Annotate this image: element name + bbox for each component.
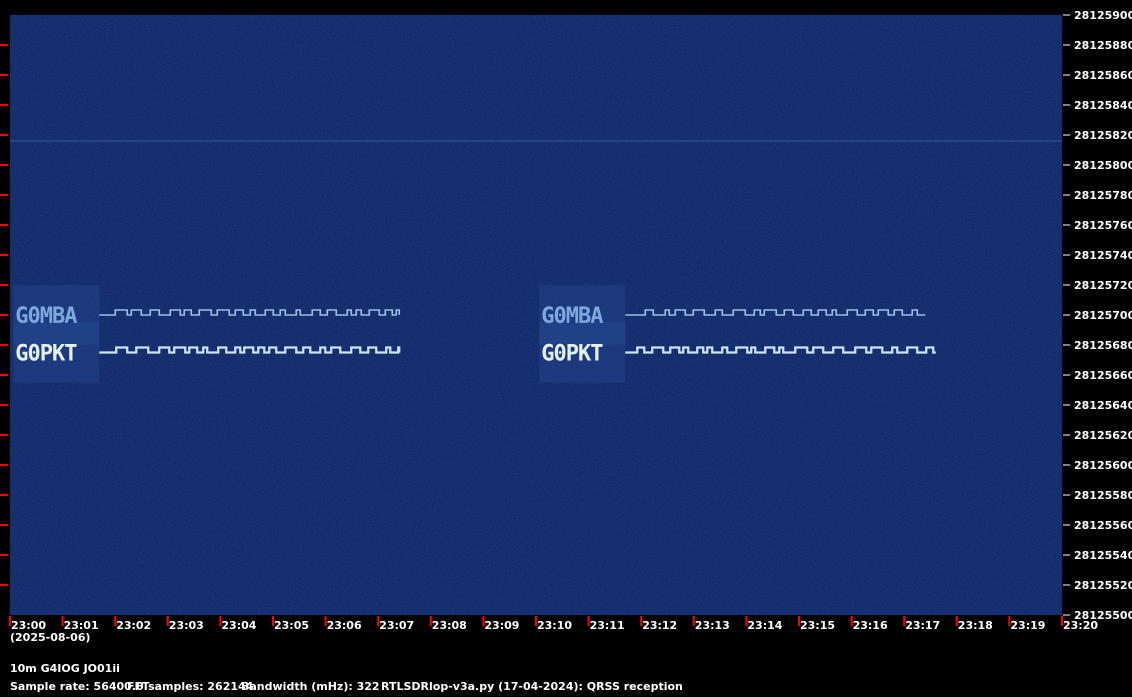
y-tick-label: 28125720 (1074, 279, 1132, 292)
y-tick-label: 28125800 (1074, 159, 1132, 172)
y-tick-label: 28125600 (1074, 459, 1132, 472)
y-tick-label: 28125840 (1074, 99, 1132, 112)
x-tick-label: 23:17 (905, 619, 940, 632)
x-tick-label: 23:19 (1010, 619, 1045, 632)
y-tick-label: 28125880 (1074, 39, 1132, 52)
x-tick-label: 23:13 (695, 619, 730, 632)
x-tick-label: 23:03 (169, 619, 204, 632)
x-tick-label: 23:04 (221, 619, 256, 632)
x-axis: 23:00 23:01 23:02 23:03 23:04 23:05 23:06 23:07… (9, 616, 1098, 632)
fft-samples-label: FFTsamples: 262144 (127, 680, 254, 693)
y-tick-label: 28125740 (1074, 249, 1132, 262)
software-label: RTLSDRlop-v3a.py (17-04-2024): QRSS rece… (381, 680, 683, 693)
sample-rate-label: Sample rate: 56400.0 (10, 680, 144, 693)
y-tick-label: 28125860 (1074, 69, 1132, 82)
x-tick-label: 23:02 (116, 619, 151, 632)
x-tick-label: 23:20 (1063, 619, 1098, 632)
x-tick-label: 23:09 (484, 619, 519, 632)
waterfall-chart: G0MBAG0PKTG0MBAG0PKT 2812550028125520281… (0, 9, 1132, 644)
y-tick-label: 28125680 (1074, 339, 1132, 352)
x-tick-label: 23:15 (800, 619, 835, 632)
x-tick-label: 23:11 (590, 619, 625, 632)
x-tick-label: 23:08 (432, 619, 467, 632)
y-tick-label: 28125820 (1074, 129, 1132, 142)
y-tick-label: 28125580 (1074, 489, 1132, 502)
signal-callsign: G0PKT (15, 342, 77, 367)
y-tick-label: 28125660 (1074, 369, 1132, 382)
x-tick-label: 23:06 (327, 619, 362, 632)
x-tick-label: 23:05 (274, 619, 309, 632)
x-tick-label: 23:14 (747, 619, 782, 632)
y-tick-label: 28125640 (1074, 399, 1132, 412)
y-tick-label: 28125540 (1074, 549, 1132, 562)
signal-callsign: G0PKT (541, 342, 603, 367)
y-tick-label: 28125620 (1074, 429, 1132, 442)
x-tick-label: 23:18 (958, 619, 993, 632)
station-label: 10m G4IOG JO01ii (10, 662, 120, 675)
y-tick-label: 28125560 (1074, 519, 1132, 532)
x-tick-label: 23:10 (537, 619, 572, 632)
bandwidth-label: Bandwidth (mHz): 322 (241, 680, 380, 693)
y-tick-label: 28125780 (1074, 189, 1132, 202)
x-date-label: (2025-08-06) (10, 631, 90, 644)
x-tick-label: 23:16 (853, 619, 888, 632)
y-tick-label: 28125900 (1074, 9, 1132, 22)
y-tick-label: 28125700 (1074, 309, 1132, 322)
y-tick-label: 28125760 (1074, 219, 1132, 232)
x-tick-label: 23:07 (379, 619, 414, 632)
x-tick-label: 23:12 (642, 619, 677, 632)
y-tick-label: 28125520 (1074, 579, 1132, 592)
